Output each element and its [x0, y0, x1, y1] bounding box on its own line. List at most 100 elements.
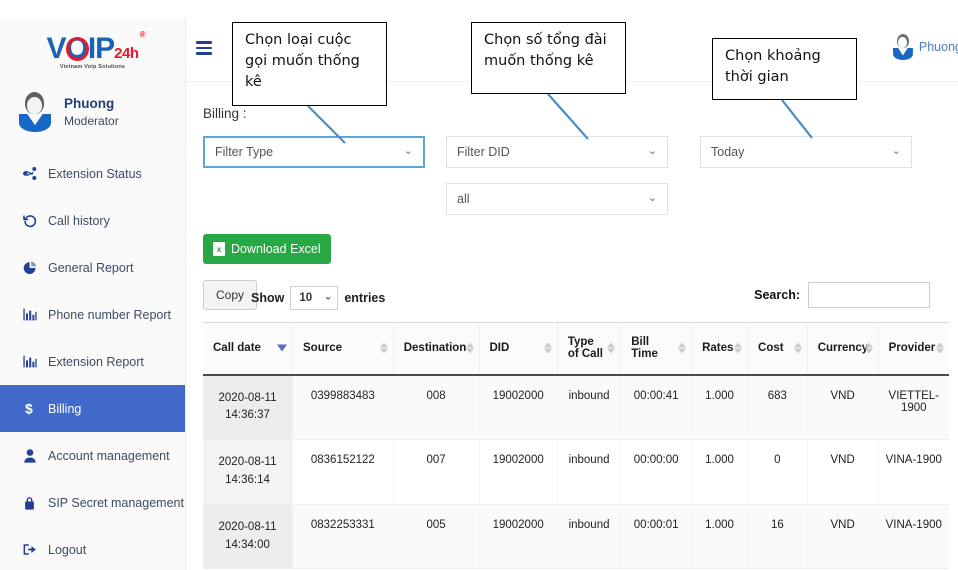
excel-file-icon: x	[213, 242, 225, 256]
column-header-call-date[interactable]: Call date	[203, 322, 294, 376]
cell-call-date: 2020-08-11 14:36:14	[203, 439, 294, 505]
sort-arrows-icon	[465, 342, 474, 354]
annotation-callout-filter-type: Chọn loại cuộc gọi muốn thống kê	[232, 22, 387, 106]
cell-rates: 1.000	[691, 504, 749, 570]
history-clock-icon	[22, 214, 37, 228]
column-label: Type of Call	[567, 336, 603, 361]
column-header-did[interactable]: DID	[479, 322, 558, 376]
cell-bill-time: 00:00:01	[620, 504, 693, 570]
column-header-currency[interactable]: Currency	[807, 322, 879, 376]
sidebar-item-logout[interactable]: Logout	[0, 526, 185, 570]
logout-arrow-icon	[22, 543, 37, 556]
sort-arrows-icon	[379, 342, 388, 354]
cell-source: 0399883483	[292, 374, 394, 441]
cell-source: 0832253331	[292, 504, 394, 570]
page-length-control: Show 10 ⌄ entries	[251, 286, 385, 310]
person-icon	[22, 448, 37, 463]
brand-tagline: Vietnam Voip Solutions	[59, 63, 126, 70]
sort-arrows-icon	[793, 342, 802, 354]
column-header-source[interactable]: Source	[292, 322, 394, 376]
bar-chart-icon	[22, 308, 37, 321]
table-row[interactable]: 2020-08-11 14:36:37 0399883483 008 19002…	[203, 374, 949, 441]
chevron-down-icon: ⌄	[403, 145, 413, 158]
sidebar-item-account-management[interactable]: Account management	[0, 432, 185, 479]
share-nodes-icon	[22, 167, 37, 180]
cell-bill-time: 00:00:41	[620, 374, 693, 441]
logo-text-24h: 24h	[114, 44, 139, 62]
sidebar-user-role: Moderator	[64, 114, 119, 129]
sort-arrows-icon	[936, 342, 944, 354]
column-label: Provider	[888, 342, 936, 355]
sort-arrows-icon	[607, 342, 616, 354]
cell-cost: 0	[747, 439, 808, 505]
filter-period-select[interactable]: Today ⌄	[700, 136, 912, 168]
cell-destination: 005	[393, 504, 480, 570]
column-header-rates[interactable]: Rates	[691, 322, 749, 376]
sidebar-nav: Extension Status Call history General Re…	[0, 150, 185, 570]
sidebar-user-name: Phuong	[64, 95, 115, 111]
column-label: Destination	[403, 342, 467, 355]
cell-provider: VIETTEL-1900	[878, 374, 949, 441]
user-avatar-icon	[16, 92, 54, 132]
filter-type-value: Filter Type	[215, 145, 274, 159]
chevron-down-icon: ⌄	[323, 291, 333, 303]
page-title: Billing :	[203, 106, 247, 121]
column-label: DID	[489, 342, 510, 355]
billing-table: Call date Source Destination DID Type of…	[203, 322, 949, 570]
copy-button[interactable]: Copy	[203, 280, 258, 310]
sort-arrows-icon	[734, 342, 743, 354]
sidebar-user-card[interactable]: Phuong Moderator	[0, 82, 185, 146]
sidebar-item-label: Account management	[48, 448, 170, 463]
sidebar-item-sip-secret-management[interactable]: SIP Secret management	[0, 479, 185, 526]
chevron-down-icon: ⌄	[891, 145, 901, 158]
download-excel-button[interactable]: x Download Excel	[203, 234, 331, 264]
cell-did: 19002000	[479, 504, 558, 570]
column-header-type-of-call[interactable]: Type of Call	[557, 322, 622, 376]
column-label: Rates	[702, 342, 734, 355]
main-content: Billing : Filter Type ⌄ Filter DID ⌄ all…	[186, 82, 958, 570]
avatar	[892, 34, 913, 60]
sidebar-item-call-history[interactable]: Call history	[0, 197, 185, 244]
cell-currency: VND	[807, 504, 879, 570]
logo-text-ip: IP	[87, 31, 115, 65]
hamburger-icon[interactable]	[196, 41, 212, 58]
topbar-user-menu[interactable]: Phuong	[892, 34, 958, 60]
column-header-bill-time[interactable]: Bill Time	[620, 322, 693, 376]
cell-destination: 007	[393, 439, 480, 505]
sidebar-item-label: Billing	[48, 401, 82, 416]
sidebar-item-extension-status[interactable]: Extension Status	[0, 150, 185, 197]
table-row[interactable]: 2020-08-11 14:34:00 0832253331 005 19002…	[203, 504, 949, 570]
page-length-value: 10	[299, 292, 313, 304]
cell-bill-time: 00:00:00	[620, 439, 693, 505]
sidebar-item-phone-number-report[interactable]: Phone number Report	[0, 291, 185, 338]
cell-destination: 008	[393, 374, 480, 441]
sort-arrows-icon	[864, 342, 873, 354]
filter-type-select[interactable]: Filter Type ⌄	[203, 136, 425, 168]
chevron-down-icon: ⌄	[647, 192, 657, 205]
brand-logo[interactable]: VOIP24h ® Vietnam Voip Solutions	[0, 18, 185, 82]
cell-cost: 683	[747, 374, 808, 441]
filter-period-value: Today	[711, 145, 745, 159]
column-header-destination[interactable]: Destination	[393, 322, 480, 376]
cell-cost: 16	[747, 504, 808, 570]
cell-rates: 1.000	[691, 374, 749, 441]
filter-scope-select[interactable]: all ⌄	[446, 183, 668, 215]
column-label: Cost	[758, 342, 784, 355]
sidebar-item-label: SIP Secret management	[48, 495, 184, 510]
table-row[interactable]: 2020-08-11 14:36:14 0836152122 007 19002…	[203, 439, 949, 505]
sidebar-item-extension-report[interactable]: Extension Report	[0, 338, 185, 385]
cell-type-of-call: inbound	[557, 504, 622, 570]
page-length-select[interactable]: 10 ⌄	[290, 286, 339, 310]
sidebar-item-label: Extension Status	[48, 166, 142, 181]
search-input[interactable]	[808, 282, 930, 308]
sidebar-item-general-report[interactable]: General Report	[0, 244, 185, 291]
column-header-cost[interactable]: Cost	[747, 322, 808, 376]
filter-did-value: Filter DID	[457, 145, 510, 159]
chevron-down-icon: ⌄	[647, 145, 657, 158]
column-header-provider[interactable]: Provider	[878, 322, 949, 376]
filter-did-select[interactable]: Filter DID ⌄	[446, 136, 668, 168]
logo-text-v: V	[46, 31, 66, 65]
sidebar-item-billing[interactable]: $ Billing	[0, 385, 185, 432]
cell-rates: 1.000	[691, 439, 749, 505]
cell-type-of-call: inbound	[557, 439, 622, 505]
